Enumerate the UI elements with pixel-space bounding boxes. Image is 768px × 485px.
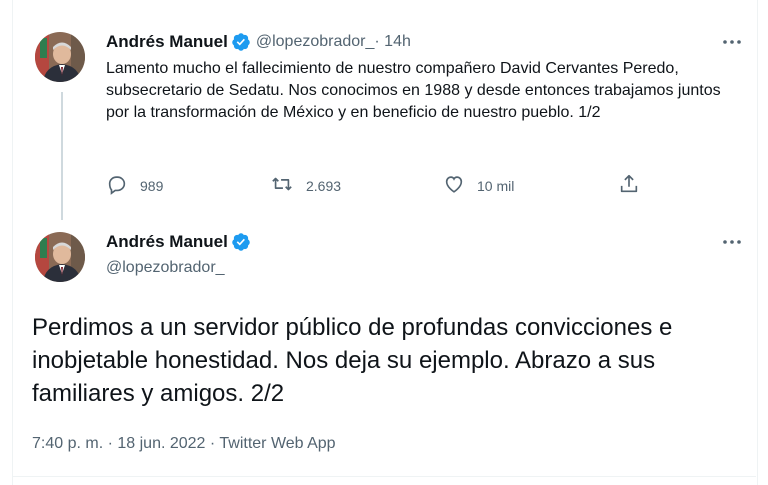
like-button[interactable]: 10 mil	[443, 174, 514, 198]
author-handle[interactable]: @lopezobrador_	[256, 33, 375, 51]
author-name[interactable]: Andrés Manuel	[106, 232, 228, 252]
tweet1-text: Lamento mucho el fallecimiento de nuestr…	[106, 60, 721, 121]
author-avatar[interactable]	[35, 32, 85, 82]
reply-button[interactable]: 989	[106, 174, 163, 198]
tweet1-actions: 989 2.693 10 mil	[106, 174, 666, 198]
verified-badge-icon	[231, 32, 251, 52]
more-icon[interactable]	[720, 232, 744, 252]
tweet1-header: Andrés Manuel @lopezobrador_ · 14h	[106, 32, 411, 52]
divider	[12, 476, 756, 477]
reply-count: 989	[140, 178, 164, 194]
tweet-timestamp[interactable]: · 14h	[374, 33, 410, 51]
share-button[interactable]	[618, 174, 640, 198]
retweet-icon	[270, 173, 294, 200]
tweet2-text: Perdimos a un servidor público de profun…	[32, 314, 673, 407]
share-icon	[618, 173, 640, 200]
tweet-meta[interactable]: 7:40 p. m. · 18 jun. 2022 · Twitter Web …	[32, 435, 336, 453]
retweet-button[interactable]: 2.693	[270, 174, 341, 198]
tweet2-header: Andrés Manuel	[106, 232, 251, 252]
like-icon	[443, 173, 465, 200]
author-handle[interactable]: @lopezobrador_	[106, 259, 225, 277]
author-avatar[interactable]	[35, 232, 85, 282]
more-icon[interactable]	[720, 32, 744, 52]
reply-icon	[106, 173, 128, 200]
thread-connector-line	[61, 92, 63, 220]
like-count: 10 mil	[477, 178, 515, 194]
author-name[interactable]: Andrés Manuel	[106, 32, 228, 52]
retweet-count: 2.693	[306, 178, 342, 194]
verified-badge-icon	[231, 232, 251, 252]
